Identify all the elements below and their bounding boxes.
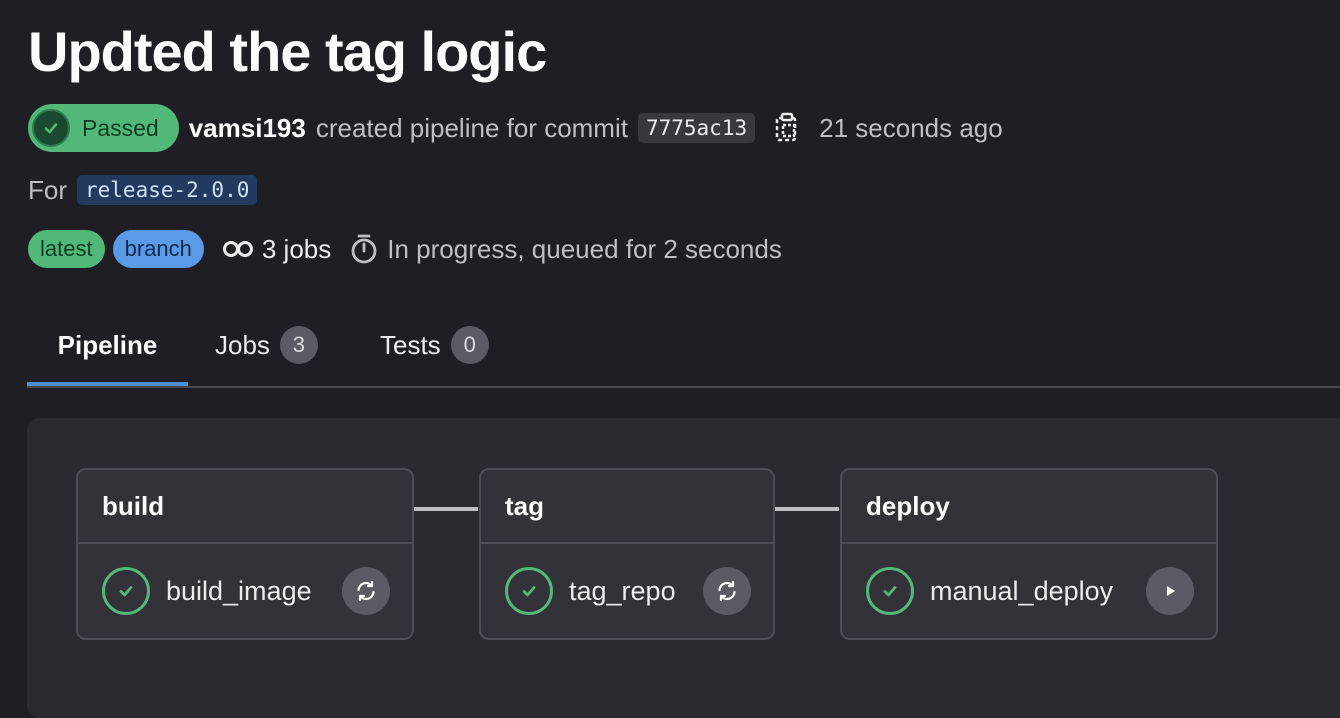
pipeline-icon (222, 239, 262, 259)
check-circle-icon (32, 109, 70, 147)
job-tag-repo[interactable]: tag_repo (481, 544, 773, 638)
for-label: For (28, 174, 67, 205)
pipeline-action-text: created pipeline for commit (315, 112, 628, 143)
pipeline-tabs: Pipeline Jobs 3 Tests 0 (27, 306, 1340, 388)
branch-badge: branch (112, 230, 204, 268)
job-name[interactable]: manual_deploy (930, 576, 1113, 607)
stage-tag: tag tag_repo (479, 468, 775, 640)
retry-icon[interactable] (703, 567, 751, 615)
pipeline-title: Updted the tag logic (28, 20, 547, 83)
time-ago: 21 seconds ago (819, 112, 1003, 143)
copy-icon[interactable] (773, 112, 801, 144)
stage-build: build build_image (76, 468, 414, 640)
jobs-count: 3 jobs (222, 234, 331, 265)
commit-sha-link[interactable]: 7775ac13 (637, 113, 756, 143)
stage-deploy: deploy manual_deploy (840, 468, 1218, 640)
job-build-image[interactable]: build_image (78, 544, 412, 638)
ref-link[interactable]: release-2.0.0 (77, 175, 258, 205)
job-name[interactable]: tag_repo (569, 576, 676, 607)
tab-tests[interactable]: Tests 0 (380, 306, 489, 384)
tab-pipeline[interactable]: Pipeline (27, 306, 188, 386)
ref-row: For release-2.0.0 (28, 170, 258, 210)
tab-jobs[interactable]: Jobs 3 (215, 306, 318, 384)
pipeline-meta: Passed vamsi193 created pipeline for com… (28, 104, 1003, 152)
timer-icon (349, 233, 387, 265)
progress-text: In progress, queued for 2 seconds (387, 233, 782, 264)
stage-connector (414, 507, 478, 511)
retry-icon[interactable] (342, 567, 390, 615)
success-status-icon[interactable] (866, 567, 914, 615)
stage-tag-title: tag (481, 470, 773, 544)
stage-connector (775, 507, 839, 511)
progress-info: In progress, queued for 2 seconds (349, 233, 782, 265)
tab-pipeline-label: Pipeline (57, 329, 158, 360)
job-manual-deploy[interactable]: manual_deploy (842, 544, 1216, 638)
tab-tests-count: 0 (450, 326, 489, 364)
author-link[interactable]: vamsi193 (189, 113, 306, 144)
latest-badge: latest (28, 230, 105, 268)
jobs-count-text: 3 jobs (261, 233, 332, 264)
stage-deploy-title: deploy (842, 470, 1216, 544)
job-name[interactable]: build_image (166, 576, 312, 607)
status-badge[interactable]: Passed (28, 104, 179, 152)
tab-tests-label: Tests (380, 329, 441, 360)
status-label: Passed (82, 114, 159, 141)
play-icon[interactable] (1146, 567, 1194, 615)
success-status-icon[interactable] (102, 567, 150, 615)
success-status-icon[interactable] (505, 567, 553, 615)
tab-jobs-label: Jobs (215, 329, 270, 360)
tab-jobs-count: 3 (279, 326, 318, 364)
pipeline-badges-row: latest branch 3 jobs In progress, queued… (28, 229, 782, 269)
stage-build-title: build (78, 470, 412, 544)
